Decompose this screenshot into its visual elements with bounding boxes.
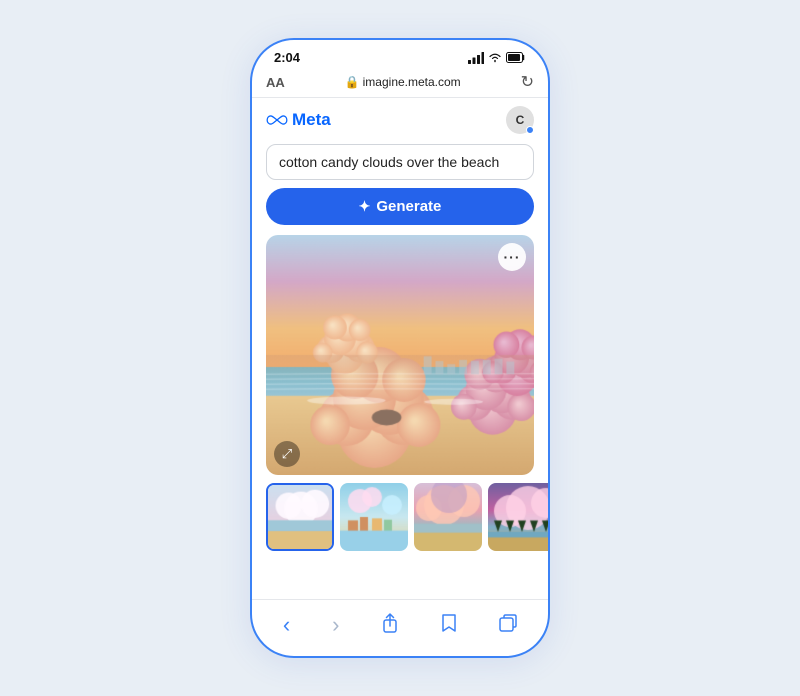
generate-btn-wrap: ✦ Generate [252, 188, 548, 235]
more-options-button[interactable]: ··· [498, 243, 526, 271]
meta-infinity-icon [266, 113, 288, 127]
reload-button[interactable]: ↻ [521, 72, 534, 92]
browser-url-area[interactable]: 🔒 imagine.meta.com [345, 75, 461, 89]
bottom-nav: ‹ › [252, 599, 548, 656]
tabs-icon [499, 614, 517, 632]
bookmarks-button[interactable] [437, 609, 461, 642]
thumb-canvas-1 [268, 485, 332, 549]
thumb-canvas-3 [414, 483, 482, 551]
battery-icon [506, 52, 526, 63]
status-bar: 2:04 [252, 40, 548, 69]
thumbnails-row [252, 483, 548, 559]
generate-button[interactable]: ✦ Generate [266, 188, 534, 225]
thumb-canvas-2 [340, 483, 408, 551]
status-icons [468, 52, 526, 64]
thumbnail-4[interactable] [488, 483, 550, 551]
main-image-canvas [266, 235, 534, 475]
generate-label: Generate [376, 198, 441, 215]
phone-frame: 2:04 AA 🔒 [250, 38, 550, 658]
share-button[interactable] [377, 609, 403, 642]
user-avatar[interactable]: C [506, 106, 534, 134]
prompt-input[interactable]: cotton candy clouds over the beach [266, 144, 534, 180]
meta-logo: Meta [266, 110, 331, 130]
thumbnail-2[interactable] [340, 483, 408, 551]
browser-aa[interactable]: AA [266, 75, 285, 90]
sparkle-icon: ✦ [359, 198, 371, 215]
meta-text: Meta [292, 110, 331, 130]
bookmarks-icon [441, 613, 457, 633]
tabs-button[interactable] [495, 610, 521, 641]
app-header: Meta C [252, 98, 548, 140]
browser-bar: AA 🔒 imagine.meta.com ↻ [252, 69, 548, 98]
back-button[interactable]: ‹ [279, 608, 294, 642]
expand-button[interactable]: ⤢ [274, 441, 300, 467]
forward-button[interactable]: › [328, 608, 343, 642]
wifi-icon [488, 52, 502, 63]
lock-icon: 🔒 [345, 75, 360, 89]
thumbnail-3[interactable] [414, 483, 482, 551]
time-display: 2:04 [274, 50, 300, 65]
thumb-canvas-4 [488, 483, 550, 551]
share-icon [381, 613, 399, 633]
prompt-area: cotton candy clouds over the beach [252, 140, 548, 188]
avatar-dot [526, 126, 534, 134]
thumbnail-1[interactable] [266, 483, 334, 551]
main-image-area: ··· ⤢ [266, 235, 534, 475]
signal-icon [468, 52, 484, 64]
url-text: imagine.meta.com [363, 75, 461, 89]
